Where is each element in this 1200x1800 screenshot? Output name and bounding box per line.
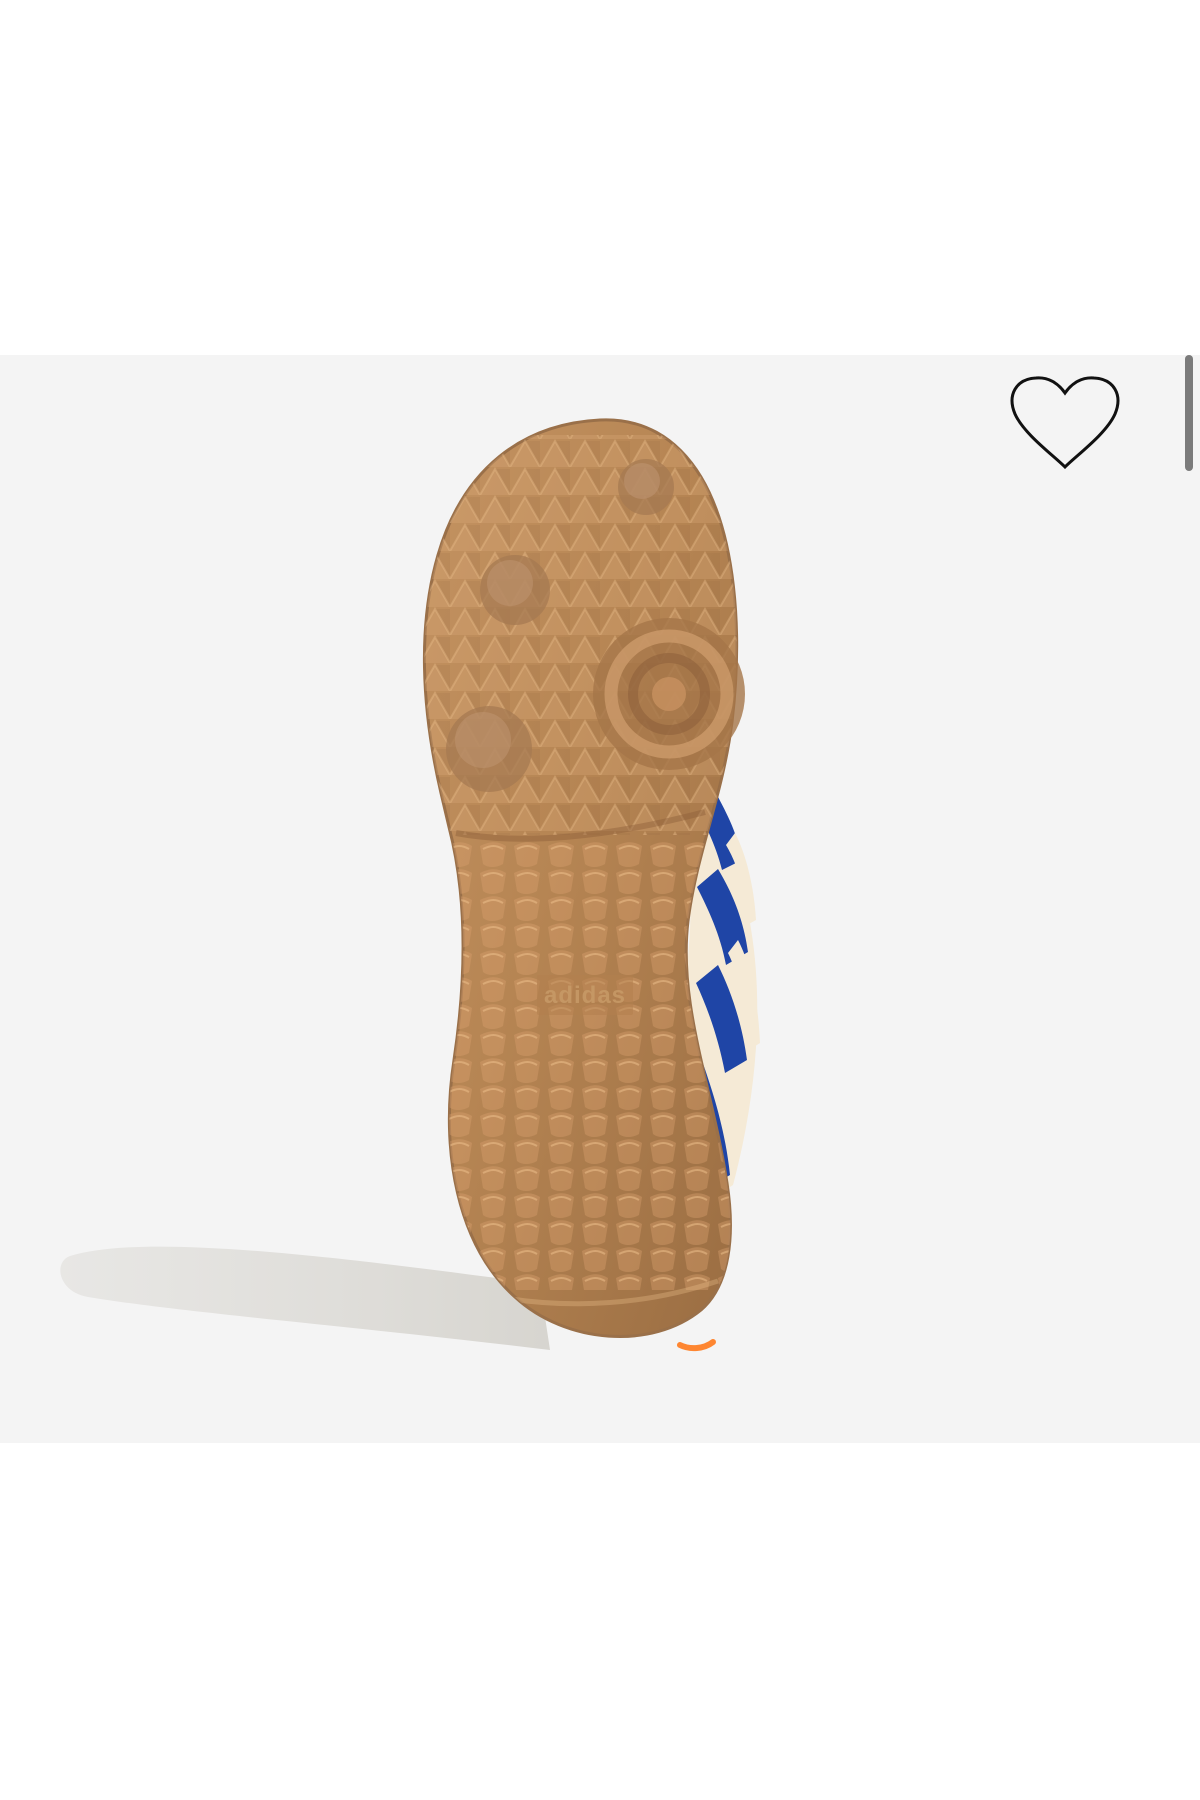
heart-outline-icon: [1010, 376, 1120, 470]
vertical-scroll-indicator[interactable]: [1185, 355, 1193, 471]
wishlist-button[interactable]: [1006, 371, 1124, 475]
sneaker-sole-image: adidas: [0, 355, 1200, 1443]
adidas-sole-logo: adidas: [544, 982, 626, 1009]
product-image-card: adidas: [0, 355, 1200, 1443]
product-viewer-screen: adidas: [0, 0, 1200, 1800]
